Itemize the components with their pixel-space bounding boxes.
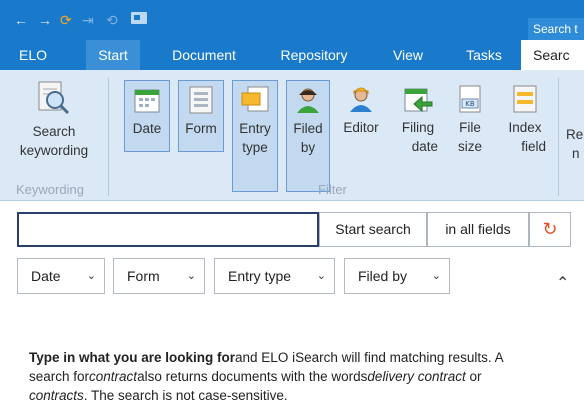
- title-bar: ← → ⟳ ⇥ ⟲ Search t: [0, 0, 584, 40]
- start-search-button[interactable]: Start search: [319, 212, 427, 247]
- filter-entry-type-label-1: Entry: [239, 121, 271, 136]
- filter-date-button[interactable]: Date: [124, 80, 170, 152]
- filter-form-dropdown-label: Form: [127, 268, 160, 284]
- filter-editor-button[interactable]: Editor: [336, 80, 386, 137]
- tab-repository[interactable]: Repository: [266, 40, 362, 70]
- partial-ribbon-label-2: n: [572, 146, 580, 161]
- search-keywording-icon: [38, 81, 70, 115]
- tab-search[interactable]: Searc: [521, 40, 584, 70]
- file-size-icon: KB: [459, 85, 481, 113]
- help-text-3: . The search is not case-sensitive.: [83, 388, 288, 403]
- filter-filed-by-label-1: Filed: [293, 121, 323, 136]
- search-input[interactable]: [17, 212, 319, 247]
- filter-date-dropdown[interactable]: Date ⌄: [17, 258, 105, 294]
- filter-file-size-label-2: size: [457, 139, 482, 154]
- search-help-text: Type in what you are looking forand ELO …: [29, 348, 584, 405]
- group-label-filter: Filter: [318, 182, 347, 197]
- filter-filing-date-button[interactable]: Filing date: [392, 80, 444, 156]
- filter-file-size-label-1: File: [459, 120, 481, 135]
- forward-arrow-icon[interactable]: →: [38, 10, 52, 30]
- collapse-filters-icon[interactable]: ⌃: [556, 273, 569, 293]
- help-text-1: and ELO iSearch will find matching resul…: [235, 350, 504, 365]
- group-label-keywording: Keywording: [16, 182, 84, 197]
- filter-form-dropdown[interactable]: Form ⌄: [113, 258, 205, 294]
- search-keywording-label-1: Search: [32, 124, 76, 139]
- filter-index-field-label-1: Index: [508, 120, 542, 135]
- help-italic-delivery-contract: delivery contract: [367, 369, 466, 384]
- tab-tasks[interactable]: Tasks: [452, 40, 516, 70]
- tab-view[interactable]: View: [380, 40, 436, 70]
- tab-start[interactable]: Start: [86, 40, 140, 70]
- help-italic-contract: contract: [89, 369, 138, 384]
- chevron-down-icon: ⌄: [186, 270, 196, 282]
- repository-icon[interactable]: [130, 10, 148, 30]
- group-divider: [108, 78, 109, 196]
- user-icon: [297, 88, 319, 113]
- partial-ribbon-button[interactable]: Re n: [566, 125, 584, 163]
- filter-filed-by-dropdown[interactable]: Filed by ⌄: [344, 258, 450, 294]
- search-keywording-label-2: keywording: [19, 143, 89, 158]
- filter-entry-type-label-2: type: [242, 140, 268, 155]
- search-context-tab[interactable]: Search t: [528, 18, 584, 40]
- help-text-2c: or: [465, 369, 482, 384]
- filter-entry-type-dropdown-label: Entry type: [228, 268, 292, 284]
- filter-file-size-button[interactable]: KB File size: [450, 80, 490, 156]
- filter-form-label: Form: [185, 121, 217, 136]
- filter-editor-label: Editor: [343, 120, 379, 135]
- tab-document[interactable]: Document: [158, 40, 250, 70]
- filter-filed-by-label-2: by: [300, 140, 316, 155]
- in-all-fields-button[interactable]: in all fields: [427, 212, 529, 247]
- reset-search-button[interactable]: ↻: [529, 212, 571, 247]
- partial-ribbon-label-1: Re: [566, 127, 584, 142]
- calendar-icon: [134, 89, 160, 113]
- ribbon-tabs: ELO Start Document Repository View Tasks…: [0, 40, 584, 70]
- help-line-2: search forcontractalso returns documents…: [29, 367, 584, 386]
- filter-date-dropdown-label: Date: [31, 268, 61, 284]
- entry-type-icon: [241, 86, 269, 112]
- group-divider-right: [558, 78, 559, 196]
- help-line-1: Type in what you are looking forand ELO …: [29, 348, 584, 367]
- filter-filed-by-button[interactable]: Filed by: [286, 80, 330, 192]
- chevron-down-icon: ⌄: [316, 270, 326, 282]
- form-icon: [189, 86, 213, 114]
- help-bold-text: Type in what you are looking for: [29, 350, 236, 365]
- refresh-icon: ↻: [542, 219, 558, 239]
- filter-filing-date-label-1: Filing: [401, 120, 435, 135]
- chevron-down-icon: ⌄: [431, 270, 441, 282]
- filing-date-icon: [404, 88, 433, 113]
- svg-text:KB: KB: [465, 100, 475, 108]
- help-text-2b: also returns documents with the words: [137, 369, 368, 384]
- back-arrow-icon[interactable]: ←: [14, 10, 28, 30]
- filter-entry-type-button[interactable]: Entry type: [232, 80, 278, 192]
- filter-filing-date-label-2: date: [411, 139, 438, 154]
- filter-form-button[interactable]: Form: [178, 80, 224, 152]
- filter-index-field-button[interactable]: Index field: [500, 80, 550, 156]
- forward-step-icon[interactable]: ⇥: [82, 10, 94, 30]
- search-keywording-button[interactable]: Search keywording: [6, 80, 102, 160]
- filter-index-field-label-2: field: [521, 139, 546, 154]
- help-text-2a: search for: [29, 369, 90, 384]
- filter-entry-type-dropdown[interactable]: Entry type ⌄: [214, 258, 335, 294]
- tab-elo[interactable]: ELO: [0, 40, 66, 70]
- history-icon[interactable]: ⟲: [106, 10, 118, 30]
- help-line-3: contracts. The search is not case-sensit…: [29, 386, 584, 405]
- help-italic-contracts: contracts: [29, 388, 84, 403]
- ribbon-panel: Search keywording Keywording Date Form E…: [0, 70, 584, 201]
- filter-filed-by-dropdown-label: Filed by: [358, 268, 408, 284]
- sync-icon[interactable]: ⟳: [60, 10, 72, 30]
- editor-icon: [350, 87, 372, 112]
- chevron-down-icon: ⌄: [86, 270, 96, 282]
- index-field-icon: [513, 85, 537, 113]
- filter-date-label: Date: [132, 121, 162, 136]
